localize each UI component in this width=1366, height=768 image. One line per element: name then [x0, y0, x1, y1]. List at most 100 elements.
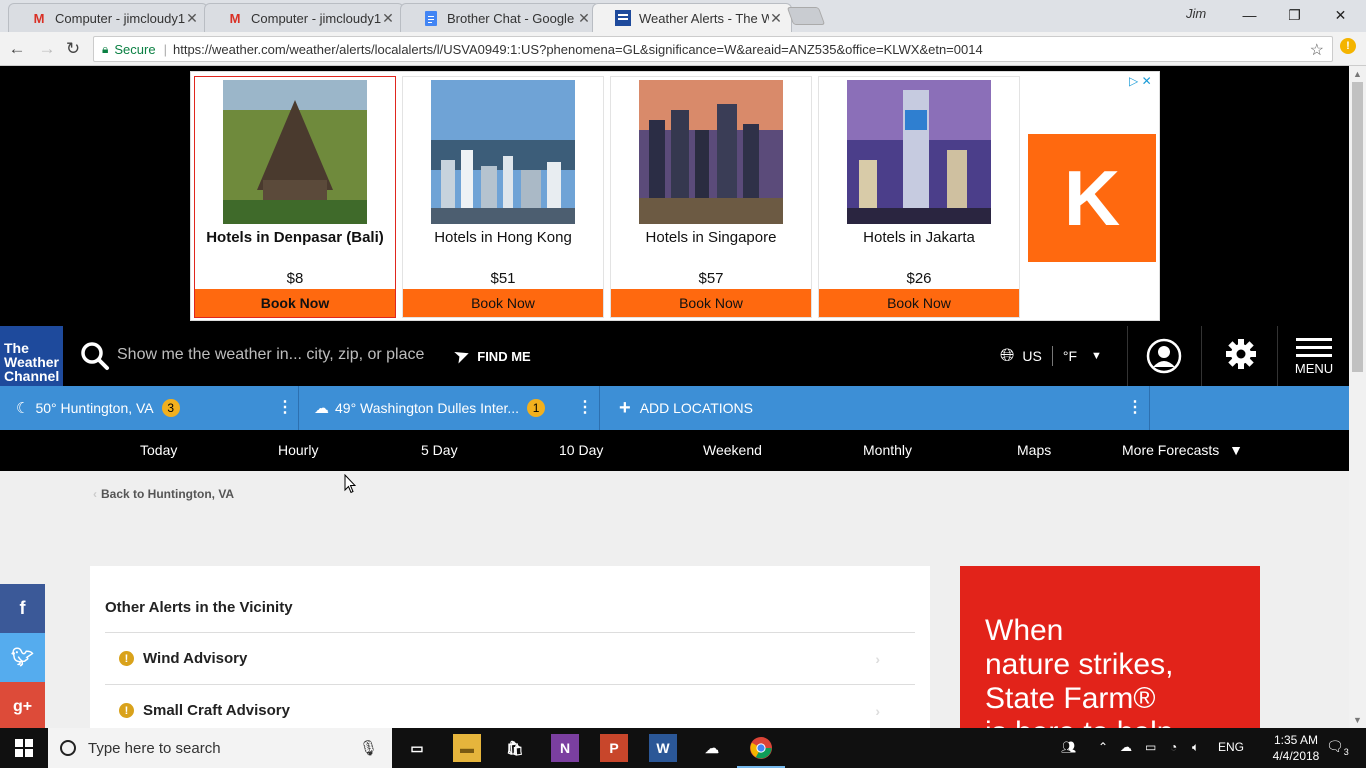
location-search-input[interactable]: Show me the weather in... city, zip, or … — [117, 346, 424, 364]
nav-maps[interactable]: Maps — [1017, 442, 1051, 458]
windows-taskbar: Type here to search 🎙︎ ▭ ▬ 🛍︎ N P W ☁ 👥︎… — [0, 728, 1366, 768]
search-icon[interactable] — [80, 341, 110, 371]
minimize-icon[interactable]: — — [1227, 0, 1272, 30]
browser-tab-docs[interactable]: Brother Chat - Google D ✕ — [400, 3, 600, 32]
location-huntington[interactable]: ☾ 50° Huntington, VA 3 — [16, 386, 180, 430]
system-clock[interactable]: 1:35 AM 4/4/2018 — [1268, 732, 1324, 764]
word-icon[interactable]: W — [649, 734, 677, 762]
chevron-down-icon: ▼ — [1091, 349, 1102, 362]
onedrive-tray-icon[interactable]: ☁ — [1120, 740, 1132, 754]
new-tab-button[interactable] — [786, 7, 826, 25]
nav-hourly[interactable]: Hourly — [278, 442, 318, 458]
gmail-icon: M — [229, 10, 241, 26]
google-plus-share-icon[interactable]: g+ — [0, 682, 45, 728]
alert-title: Small Craft Advisory — [143, 702, 290, 719]
tab-close-icon[interactable]: ✕ — [577, 10, 591, 27]
volume-icon[interactable]: 🔈︎ — [1192, 740, 1199, 755]
locale-unit-selector[interactable]: 🌐︎ US °F ▼ — [1000, 345, 1102, 366]
browser-tab-gmail-2[interactable]: M Computer - jimcloudy1@ ✕ — [204, 3, 404, 32]
tab-title: Computer - jimcloudy1@ — [55, 10, 185, 26]
file-explorer-icon[interactable]: ▬ — [453, 734, 481, 762]
hotel-ad-banner[interactable]: Hotels in Denpasar (Bali) $8 Book Now Ho… — [190, 71, 1160, 321]
back-icon[interactable]: ← — [6, 38, 28, 60]
ad-line: State Farm® — [985, 682, 1156, 715]
tab-close-icon[interactable]: ✕ — [769, 10, 783, 27]
book-now-button[interactable]: Book Now — [403, 289, 603, 317]
bookmark-star-icon[interactable]: ☆ — [1310, 40, 1324, 60]
book-now-button[interactable]: Book Now — [195, 289, 395, 317]
chrome-icon[interactable] — [737, 734, 785, 768]
clock-date: 4/4/2018 — [1272, 749, 1320, 763]
warning-icon: ! — [119, 703, 134, 718]
microphone-icon[interactable]: 🎙︎ — [359, 739, 378, 757]
task-view-icon[interactable]: ▭ — [403, 734, 431, 762]
more-options-icon[interactable]: ⋮ — [1127, 397, 1143, 417]
close-window-icon[interactable]: ✕ — [1318, 0, 1363, 30]
ad-line: nature strikes, — [985, 648, 1174, 681]
back-link[interactable]: ‹ Back to Huntington, VA — [93, 487, 234, 501]
extension-alert-icon[interactable]: ! — [1340, 38, 1356, 54]
location-washington-dulles[interactable]: ☁ 49° Washington Dulles Inter... 1 — [314, 386, 546, 430]
ad-card-singapore[interactable]: Hotels in Singapore $57 Book Now — [610, 76, 812, 318]
find-me-label: FIND ME — [477, 348, 531, 364]
nav-5-day[interactable]: 5 Day — [421, 442, 458, 458]
twitter-share-icon[interactable]: 🐦︎ — [0, 633, 45, 682]
notification-count: 3 — [1343, 746, 1349, 757]
ad-card-hong-kong[interactable]: Hotels in Hong Kong $51 Book Now — [402, 76, 604, 318]
tab-close-icon[interactable]: ✕ — [381, 10, 395, 27]
tab-close-icon[interactable]: ✕ — [185, 10, 199, 27]
nav-today[interactable]: Today — [140, 442, 177, 458]
more-options-icon[interactable]: ⋮ — [277, 397, 293, 417]
alert-item-wind-advisory[interactable]: ! Wind Advisory › — [105, 632, 915, 684]
add-locations-button[interactable]: + ADD LOCATIONS — [619, 386, 753, 430]
nav-more-forecasts[interactable]: More Forecasts ▼ — [1122, 442, 1243, 458]
scroll-up-icon[interactable]: ▲ — [1353, 69, 1362, 79]
language-indicator[interactable]: ENG — [1218, 740, 1244, 754]
profile-name[interactable]: Jim — [1186, 6, 1206, 21]
nav-10-day[interactable]: 10 Day — [559, 442, 603, 458]
ad-card-denpasar[interactable]: Hotels in Denpasar (Bali) $8 Book Now — [194, 76, 396, 318]
store-icon[interactable]: 🛍︎ — [501, 734, 529, 762]
ad-card-jakarta[interactable]: Hotels in Jakarta $26 Book Now — [818, 76, 1020, 318]
alert-item-small-craft-advisory[interactable]: ! Small Craft Advisory › — [105, 684, 915, 728]
location-arrow-icon: ➤ — [452, 344, 472, 367]
scroll-down-icon[interactable]: ▼ — [1353, 715, 1362, 725]
chevron-right-icon: › — [875, 703, 880, 719]
windows-start-icon[interactable] — [0, 728, 48, 768]
forward-icon[interactable]: → — [36, 38, 58, 60]
tray-chevron-icon[interactable]: ⌃ — [1098, 740, 1108, 754]
find-me-button[interactable]: ➤ FIND ME — [452, 344, 531, 367]
onedrive-icon[interactable]: ☁ — [698, 734, 726, 762]
gear-icon[interactable] — [1225, 338, 1257, 370]
wifi-icon[interactable]: ◔ — [1170, 740, 1177, 754]
nav-weekend[interactable]: Weekend — [703, 442, 762, 458]
browser-tab-weather-alerts[interactable]: Weather Alerts - The We ✕ — [592, 3, 792, 32]
reload-icon[interactable]: ↻ — [62, 38, 84, 60]
page-scrollbar[interactable]: ▲ ▼ — [1349, 66, 1366, 728]
notifications-icon[interactable]: 🗨︎3 — [1326, 738, 1349, 757]
tab-title: Computer - jimcloudy1@ — [251, 10, 381, 26]
facebook-share-icon[interactable]: f — [0, 584, 45, 633]
powerpoint-icon[interactable]: P — [600, 734, 628, 762]
book-now-button[interactable]: Book Now — [819, 289, 1019, 317]
taskbar-search-input[interactable]: Type here to search 🎙︎ — [48, 728, 392, 768]
browser-tab-gmail-1[interactable]: M Computer - jimcloudy1@ ✕ — [8, 3, 208, 32]
book-now-button[interactable]: Book Now — [611, 289, 811, 317]
more-options-icon[interactable]: ⋮ — [577, 397, 593, 417]
menu-button[interactable]: MENU — [1294, 338, 1334, 376]
scrollbar-thumb[interactable] — [1352, 82, 1363, 372]
location-divider — [298, 386, 299, 430]
nav-monthly[interactable]: Monthly — [863, 442, 912, 458]
onenote-icon[interactable]: N — [551, 734, 579, 762]
kayak-logo[interactable]: K — [1028, 134, 1156, 262]
people-icon[interactable]: 👥︎ — [1061, 740, 1076, 754]
url-text[interactable]: https://weather.com/weather/alerts/local… — [173, 42, 983, 57]
adchoices-icon[interactable]: ▷ ✕ — [1129, 74, 1152, 88]
state-farm-ad[interactable]: When nature strikes, State Farm® is here… — [960, 566, 1260, 728]
weather-channel-logo[interactable]: The Weather Channel — [0, 326, 63, 386]
restore-icon[interactable]: ❐ — [1272, 0, 1317, 30]
add-locations-label: ADD LOCATIONS — [639, 400, 753, 416]
user-account-icon[interactable] — [1146, 338, 1182, 374]
address-bar[interactable]: 🔒︎ Secure | https://weather.com/weather/… — [93, 36, 1333, 62]
battery-icon[interactable]: ▭ — [1145, 740, 1156, 754]
